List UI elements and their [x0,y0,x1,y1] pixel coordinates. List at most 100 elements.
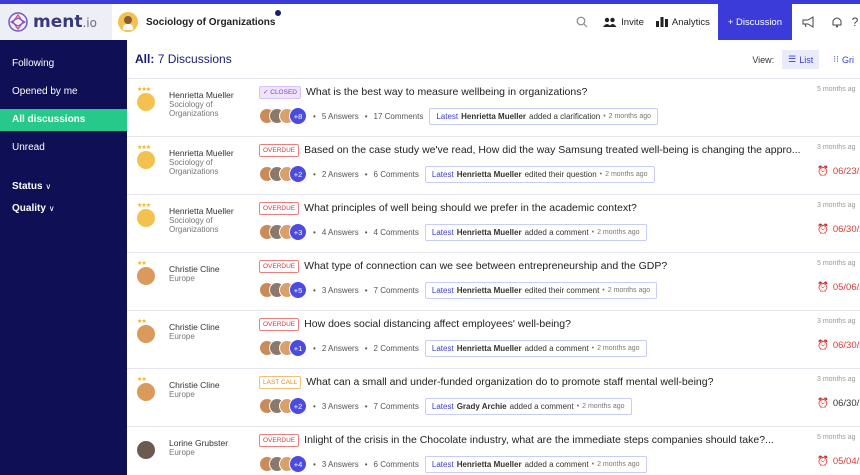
latest-activity[interactable]: Latest Henrietta Mueller edited their qu… [424,165,655,183]
dot-separator: • [364,285,368,295]
sidebar-group-quality[interactable]: Quality ∨ [0,198,127,220]
author-block[interactable]: ★★★ Henrietta Mueller Sociology of Organ… [135,143,250,189]
discussion-row[interactable]: ★★★ Henrietta Mueller Sociology of Organ… [127,78,860,136]
app-frame: ment.io Sociology of Organizations Invit… [0,0,860,475]
status-label: Status [12,181,43,192]
latest-activity[interactable]: Latest Henrietta Mueller added a clarifi… [429,107,659,125]
dot-separator: • [313,169,316,179]
question-title[interactable]: Based on the case study we've read, How … [304,144,800,156]
question-line: OVERDUE How does social distancing affec… [259,316,804,332]
discussion-row[interactable]: ★★★ Henrietta Mueller Sociology of Organ… [127,194,860,252]
answers-count: 3 Answers [321,285,359,295]
participant-avatars[interactable]: +3 [259,223,307,241]
view-list-button[interactable]: ☰ List [782,50,820,69]
question-area: OVERDUE Inlight of the crisis in the Cho… [259,432,804,474]
question-line: ✓ CLOSED What is the best way to measure… [259,84,804,100]
latest-activity[interactable]: Latest Henrietta Mueller added a comment… [424,455,647,473]
author-block[interactable]: Lorine Grubster Europe [135,433,250,475]
author-subtitle: Europe [169,332,195,341]
participant-avatars[interactable]: +5 [259,281,307,299]
question-title[interactable]: How does social distancing affect employ… [304,318,571,330]
author-block[interactable]: ★★ Christie Cline Europe [135,317,250,363]
discussion-list: ★★★ Henrietta Mueller Sociology of Organ… [127,78,860,475]
search-button[interactable] [567,4,597,40]
latest-time: 2 months ago [597,228,640,236]
dot-separator: • [364,111,368,121]
status-badge: OVERDUE [259,143,300,157]
analytics-button[interactable]: Analytics [650,17,716,28]
participant-avatars[interactable]: +2 [259,165,307,183]
course-switcher[interactable]: Sociology of Organizations [112,10,282,32]
created-ago: 5 months ag [817,86,856,93]
latest-activity[interactable]: Latest Grady Archie added a comment • 2 … [424,397,632,415]
question-meta: +1 • 2 Answers • 2 Comments Latest Henri… [259,338,804,358]
sidebar-item-all-discussions[interactable]: All discussions [0,109,127,131]
author-block[interactable]: ★★ Christie Cline Europe [135,375,250,421]
bar-chart-icon [655,17,668,27]
help-icon[interactable]: ? [850,4,860,40]
sidebar-item-opened-by-me[interactable]: Opened by me [0,78,127,106]
invite-button[interactable]: Invite [597,17,650,28]
discussion-row[interactable]: ★★ Christie Cline Europe OVERDUE How doe… [127,310,860,368]
question-title[interactable]: What type of connection can we see betwe… [304,260,667,272]
question-title[interactable]: What is the best way to measure wellbein… [306,86,587,98]
due-date: ⏰ 06/30/ [817,398,860,409]
star-rating-icon: ★★ [137,377,147,383]
author-block[interactable]: ★★ Christie Cline Europe [135,259,250,305]
megaphone-icon[interactable] [798,4,820,40]
due-date: ⏰06/23/2 [817,166,860,177]
latest-activity[interactable]: Latest Henrietta Mueller added a comment… [424,223,647,241]
star-rating-icon: ★★ [137,319,147,325]
latest-author: Henrietta Mueller [461,111,527,121]
status-badge: OVERDUE [259,259,300,273]
row-status: 3 months ag ⏰06/23/2 [817,144,860,177]
created-ago: 3 months ag [817,318,856,325]
created-ago: 5 months ag [817,434,856,441]
question-title[interactable]: What principles of well being should we … [304,202,637,214]
logo[interactable]: ment.io [0,4,112,40]
latest-author: Henrietta Mueller [456,459,522,469]
latest-activity[interactable]: Latest Henrietta Mueller added a comment… [424,339,647,357]
sidebar-item-unread[interactable]: Unread [0,134,127,162]
participant-avatars[interactable]: +4 [259,455,307,473]
question-area: OVERDUE How does social distancing affec… [259,316,804,358]
view-grid-button[interactable]: ⁝⁝ Gri [827,50,860,69]
question-title[interactable]: Inlight of the crisis in the Chocolate i… [304,434,774,446]
participant-avatars[interactable]: +1 [259,339,307,357]
question-line: OVERDUE What type of connection can we s… [259,258,804,274]
discussion-row[interactable]: ★★ Christie Cline Europe OVERDUE What ty… [127,252,860,310]
author-block[interactable]: ★★★ Henrietta Mueller Sociology of Organ… [135,85,250,131]
status-badge: OVERDUE [259,433,300,447]
discussion-row[interactable]: ★★ Christie Cline Europe LAST CALL What … [127,368,860,426]
sidebar-group-status[interactable]: Status ∨ [0,176,127,198]
alarm-clock-icon: ⏰ [817,340,829,351]
latest-time: 2 months ago [597,344,640,352]
author-subtitle: Sociology of Organizations [169,100,219,118]
created-ago: 5 months ag [817,260,856,267]
question-meta: +3 • 4 Answers • 4 Comments Latest Henri… [259,222,804,242]
bell-icon[interactable] [826,4,848,40]
latest-activity[interactable]: Latest Henrietta Mueller edited their co… [424,281,658,299]
answers-count: 2 Answers [321,343,359,353]
alarm-clock-icon: ⏰ [817,224,829,235]
star-rating-icon: ★★★ [137,203,151,209]
participant-avatars[interactable]: +8 [259,107,307,125]
participant-avatars[interactable]: +2 [259,397,307,415]
author-name: Christie Cline [169,380,220,390]
top-bar: ment.io Sociology of Organizations Invit… [0,4,860,40]
latest-label: Latest [431,343,454,353]
discussion-row[interactable]: ★★★ Henrietta Mueller Sociology of Organ… [127,136,860,194]
discussion-row[interactable]: Lorine Grubster Europe OVERDUE Inlight o… [127,426,860,475]
new-discussion-button[interactable]: + Discussion [717,4,792,40]
latest-time: 2 months ago [608,112,652,120]
alarm-clock-icon: ⏰ [817,166,829,177]
question-title[interactable]: What can a small and under-funded organi… [306,376,713,388]
analytics-label: Analytics [671,16,710,28]
latest-author: Henrietta Mueller [456,227,522,237]
latest-action: added a comment [524,343,589,353]
latest-action: added a comment [524,227,589,237]
more-participants-count: +1 [289,339,307,357]
sidebar-item-following[interactable]: Following [0,50,127,78]
author-block[interactable]: ★★★ Henrietta Mueller Sociology of Organ… [135,201,250,247]
author-subtitle: Sociology of Organizations [169,158,219,176]
